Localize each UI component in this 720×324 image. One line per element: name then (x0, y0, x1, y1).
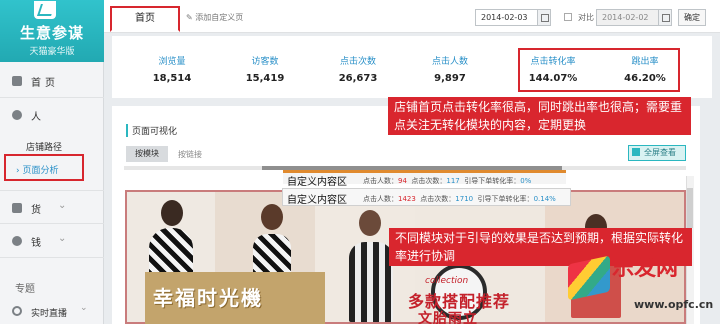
zone-title: 自定义内容区 (287, 195, 347, 206)
section-title: 页面可视化 (126, 124, 177, 137)
sidebar-subitem-shop-path[interactable]: 店铺路径 (26, 140, 62, 153)
stat-value: 26,673 (338, 73, 378, 84)
compare-date-input[interactable]: 2014-02-02 (596, 9, 660, 26)
dress-figure (349, 242, 393, 322)
zone-rate-value: 0% (520, 177, 532, 185)
sidebar-subitem-page-analysis[interactable]: › 页面分析 (16, 163, 58, 176)
zone-rate-label: 引导下单转化率： (477, 195, 534, 203)
chevron-down-icon: ⌄ (58, 200, 67, 211)
zone-rate-label: 引导下单转化率： (464, 177, 521, 185)
app-logo[interactable]: 生意参谋 天猫豪华版 (0, 0, 104, 62)
add-custom-page-label: 添加自定义页 (195, 13, 244, 22)
watermark: 乐发网 www.opfc.cn (568, 250, 716, 324)
zone-clicks-label: 点击人数： (363, 177, 398, 185)
fullscreen-button[interactable]: 全屏查看 (628, 145, 686, 161)
stat-value: 9,897 (434, 73, 466, 84)
zone-clicks-value: 94 (398, 177, 407, 185)
sidebar-item-label: 钱 (31, 238, 45, 249)
model-figure (161, 200, 183, 226)
logo-badge-icon (34, 1, 56, 19)
promo-subtitle: 文胎雨立 (418, 311, 478, 324)
stat-pageviews: 浏览量 18,514 (127, 54, 217, 84)
home-icon (12, 76, 22, 86)
stat-label: 点击人数 (431, 57, 468, 67)
compare-checkbox[interactable] (564, 13, 572, 21)
model-figure (359, 210, 381, 236)
sidebar-subitem-label: 页面分析 (22, 166, 59, 176)
watermark-url: www.opfc.cn (634, 298, 714, 311)
annotation-callout-1: 店铺首页点击转化率很高，同时跳出率也很高；需要重点关注无转化模块的内容，定期更换 (388, 97, 691, 135)
sidebar-item-live[interactable]: 实时直播 ⌄ (0, 298, 104, 324)
brand-text: 幸福时光機 (153, 286, 263, 310)
zone-times-label: 点击次数： (411, 177, 447, 185)
sidebar-item-label: 实时直播 (31, 309, 68, 319)
stat-label: 浏览量 (158, 57, 186, 67)
stat-value: 15,419 (245, 73, 285, 84)
sidebar-item-home[interactable]: 首页 (0, 64, 104, 98)
sidebar-section-special: 专题 (15, 284, 35, 295)
sidebar-item-label: 货 (31, 205, 45, 216)
live-icon (12, 306, 22, 316)
collection-text: collection (425, 276, 469, 286)
brand-banner: 幸福时光機 (145, 272, 325, 324)
chevron-down-icon: ⌄ (80, 303, 88, 313)
chevron-down-icon: ⌄ (58, 233, 67, 244)
logo-title: 生意参谋 (19, 24, 84, 42)
stat-visitors: 访客数 15,419 (220, 54, 310, 84)
stat-clicks: 点击次数 26,673 (313, 54, 403, 84)
zone-times-value: 117 (446, 177, 460, 185)
sidebar-item-label: 人 (31, 112, 45, 123)
custom-zone-2[interactable]: 自定义内容区 点击人数：1423 点击次数：1710 引导下单转化率：0.14% (282, 188, 571, 206)
confirm-button[interactable]: 确定 (678, 9, 706, 26)
root: { "sidebar": { "logo_title": "生意参谋", "lo… (0, 0, 720, 324)
zone-times-label: 点击次数： (420, 195, 456, 203)
zone-clicks-value: 1423 (398, 195, 416, 203)
watermark-brand: 乐发网 (612, 255, 679, 281)
tab-by-link[interactable]: 按链接 (178, 149, 202, 160)
stat-label: 点击次数 (339, 57, 376, 67)
start-date-input[interactable]: 2014-02-03 (475, 9, 539, 26)
scrollbar-thumb[interactable] (687, 188, 693, 228)
zone-rate-value: 0.14% (533, 195, 556, 203)
box-icon (12, 203, 22, 213)
add-custom-page-link[interactable]: ✎ 添加自定义页 (186, 12, 243, 23)
sidebar-item-goods[interactable]: 货 ⌄ (0, 190, 104, 224)
money-icon (12, 236, 22, 246)
sidebar-item-money[interactable]: 钱 ⌄ (0, 224, 104, 258)
tab-by-module[interactable]: 按模块 (126, 146, 168, 162)
stat-value: 18,514 (152, 73, 192, 84)
stat-label: 访客数 (251, 57, 279, 67)
zone-times-value: 1710 (455, 195, 474, 203)
sidebar-item-label: 首页 (31, 78, 59, 89)
tab-home[interactable]: 首页 (110, 6, 180, 32)
zone-clicks-label: 点击人数： (363, 195, 398, 203)
calendar-icon[interactable] (658, 9, 672, 26)
logo-subtitle: 天猫豪华版 (29, 47, 75, 57)
zone-stats: 点击人数：1423 点击次数：1710 引导下单转化率：0.14% (363, 194, 556, 204)
custom-zone-1[interactable]: 自定义内容区 点击人数：94 点击次数：117 引导下单转化率：0% (283, 170, 566, 188)
calendar-icon[interactable] (537, 9, 551, 26)
zone-title: 自定义内容区 (287, 177, 347, 188)
zone-stats: 点击人数：94 点击次数：117 引导下单转化率：0% (363, 176, 531, 186)
sidebar-item-user[interactable]: 人 (0, 98, 104, 132)
model-figure (261, 204, 283, 230)
stat-click-users: 点击人数 9,897 (405, 54, 495, 84)
user-icon (12, 110, 22, 120)
flag-logo-icon (568, 255, 610, 301)
highlight-box-stats (518, 48, 680, 92)
compare-label: 对比 (578, 13, 594, 22)
